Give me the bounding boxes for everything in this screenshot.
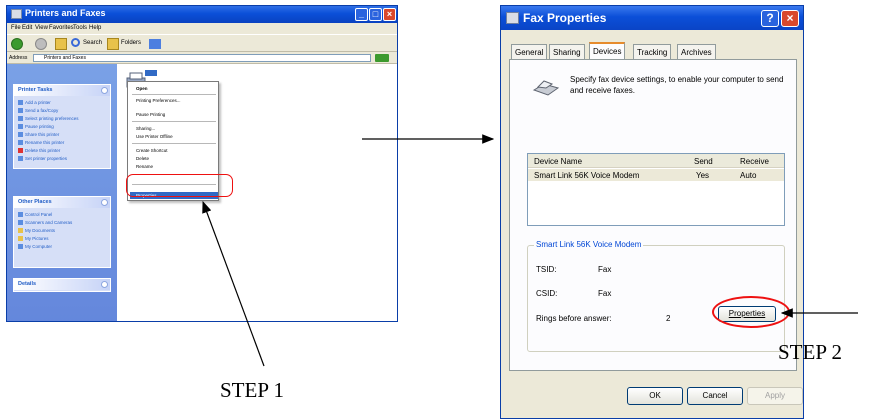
step1-label: STEP 1 — [220, 378, 284, 402]
arrow-step1 — [202, 200, 265, 367]
annotation-arrows — [202, 134, 858, 367]
step2-label: STEP 2 — [778, 340, 842, 364]
